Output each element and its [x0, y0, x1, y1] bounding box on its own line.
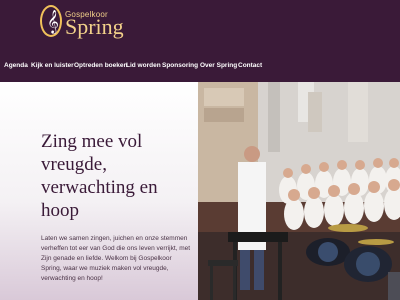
hero-title: Zing mee vol vreugde, verwachting en hoo… [41, 131, 158, 221]
choir-photo-illustration [198, 82, 400, 300]
nav-item-optreden-boeken[interactable]: Optreden boeken [74, 59, 127, 73]
nav-item-kijk-en-luister[interactable]: Kijk en luister [31, 59, 74, 73]
treble-clef-icon: 𝄞 [47, 9, 59, 33]
site-logo[interactable]: 𝄞 Gospelkoor Spring [40, 5, 140, 41]
logo-main-text: Spring [65, 14, 124, 39]
site-header: 𝄞 Gospelkoor Spring Agenda Kijk en luist… [0, 0, 400, 82]
nav-item-over-spring[interactable]: Over Spring [200, 59, 237, 73]
hero-paragraph: Laten we samen zingen, juichen en onze s… [41, 235, 191, 282]
choir-photo [198, 82, 400, 300]
nav-item-lid-worden[interactable]: Lid worden [126, 59, 161, 73]
nav-item-agenda[interactable]: Agenda [4, 59, 28, 73]
logo-emblem-icon: 𝄞 [40, 5, 62, 37]
main-navigation: Agenda Kijk en luister Optreden boeken L… [0, 59, 400, 73]
nav-item-contact[interactable]: Contact [238, 59, 262, 73]
nav-item-sponsoring[interactable]: Sponsoring [162, 59, 198, 73]
